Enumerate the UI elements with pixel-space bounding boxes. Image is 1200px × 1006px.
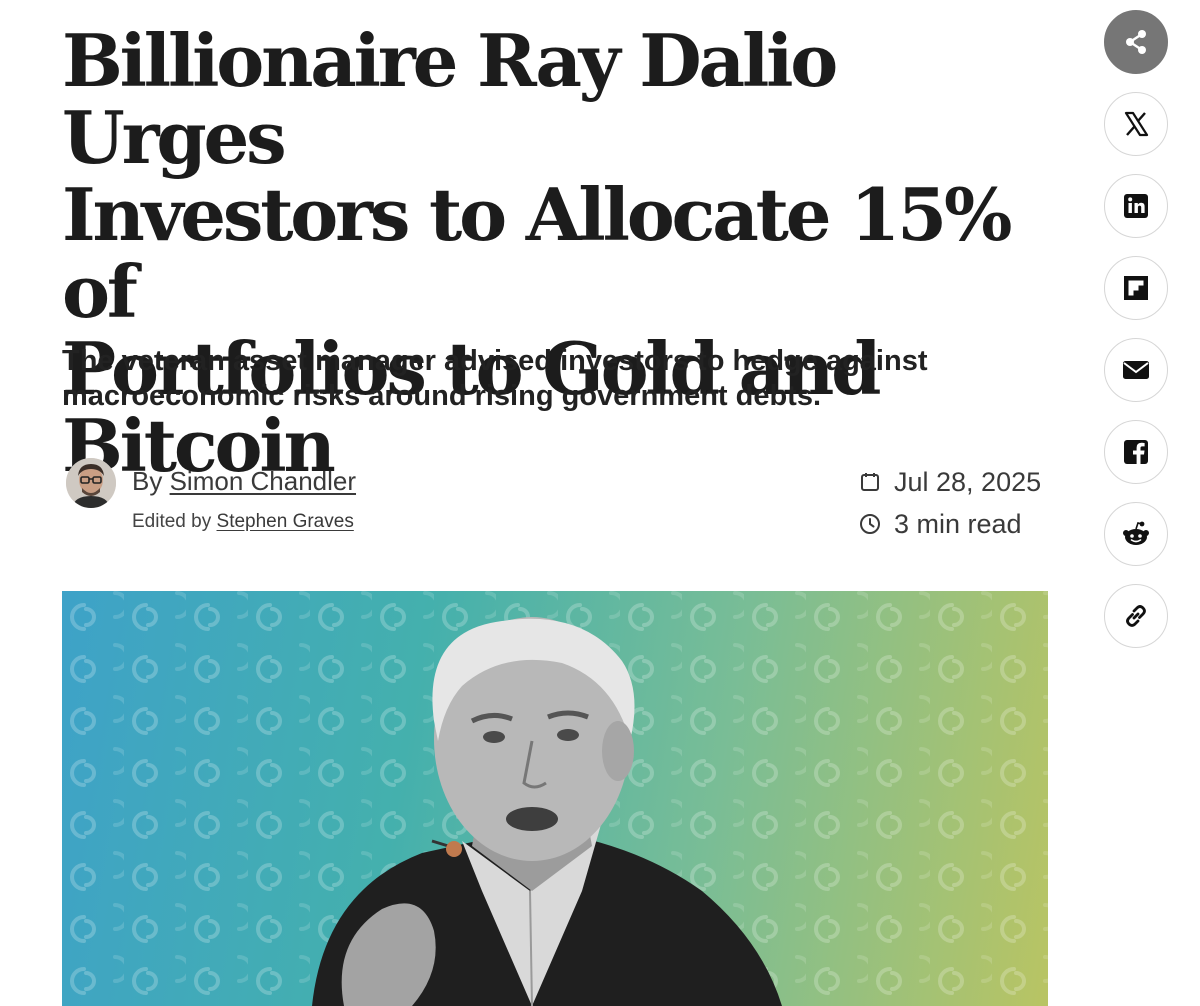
headline-line: Investors to Allocate 15% of xyxy=(62,172,1012,334)
subhead-line: The veteran asset manager advised invest… xyxy=(62,345,928,377)
copy-link-button[interactable] xyxy=(1104,584,1168,648)
subhead-line: macroeconomic risks around rising govern… xyxy=(62,380,822,412)
read-time-text: 3 min read xyxy=(894,508,1022,539)
share-button[interactable] xyxy=(1104,10,1168,74)
article-page: Billionaire Ray Dalio Urges Investors to… xyxy=(0,0,1200,1006)
publish-date: Jul 28, 2025 xyxy=(858,464,1058,500)
share-icon xyxy=(1126,30,1146,54)
facebook-icon xyxy=(1124,440,1148,464)
linkedin-icon xyxy=(1124,194,1148,218)
byline-author: By Simon Chandler xyxy=(132,466,356,497)
editor-prefix: Edited by xyxy=(132,511,212,532)
article-subheadline: The veteran asset manager advised invest… xyxy=(62,344,1022,414)
headline-line: Billionaire Ray Dalio Urges xyxy=(62,18,838,180)
share-rail xyxy=(1104,10,1168,666)
calendar-icon xyxy=(861,473,879,491)
share-flipboard-button[interactable] xyxy=(1104,256,1168,320)
publish-date-text: Jul 28, 2025 xyxy=(894,466,1042,497)
author-link[interactable]: Simon Chandler xyxy=(170,466,356,496)
author-avatar[interactable] xyxy=(66,458,116,508)
read-time: 3 min read xyxy=(858,506,1058,542)
article-headline: Billionaire Ray Dalio Urges Investors to… xyxy=(62,22,1062,484)
clock-icon xyxy=(860,514,880,534)
hero-image xyxy=(62,591,1048,1006)
editor-link[interactable]: Stephen Graves xyxy=(217,511,354,532)
article-meta: Jul 28, 2025 3 min read xyxy=(858,464,1058,548)
flipboard-icon xyxy=(1124,276,1148,300)
byline: By Simon Chandler Edited by Stephen Grav… xyxy=(66,458,466,538)
share-reddit-button[interactable] xyxy=(1104,502,1168,566)
reddit-icon xyxy=(1123,521,1149,545)
link-icon xyxy=(1126,605,1146,627)
share-facebook-button[interactable] xyxy=(1104,420,1168,484)
share-email-button[interactable] xyxy=(1104,338,1168,402)
avatar-portrait xyxy=(66,458,116,508)
portrait-photo xyxy=(312,617,782,1006)
email-icon xyxy=(1123,361,1149,379)
x-icon xyxy=(1124,111,1149,137)
byline-prefix: By xyxy=(132,466,163,496)
share-linkedin-button[interactable] xyxy=(1104,174,1168,238)
share-x-button[interactable] xyxy=(1104,92,1168,156)
byline-editor: Edited by Stephen Graves xyxy=(132,511,354,533)
